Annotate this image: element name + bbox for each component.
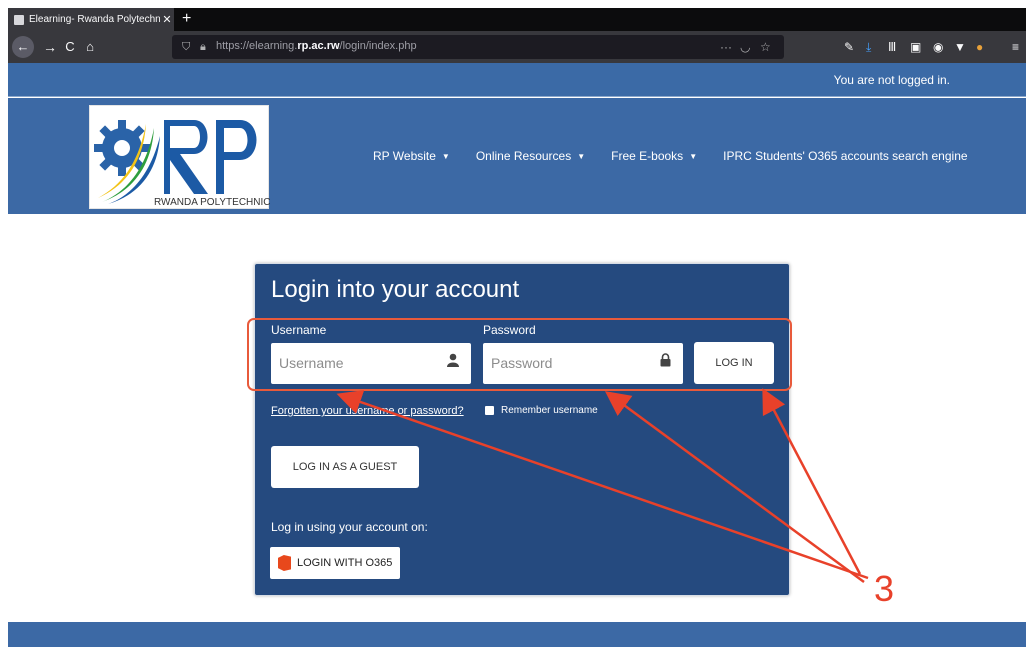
annotation-number: 3 xyxy=(874,568,895,609)
arrow-to-password xyxy=(604,391,865,584)
arrow-to-username xyxy=(336,390,869,580)
stage: { "browser": { "tab_title": "Elearning- … xyxy=(0,0,1026,647)
annotation-arrows xyxy=(336,388,869,584)
site-footer xyxy=(8,622,1026,647)
